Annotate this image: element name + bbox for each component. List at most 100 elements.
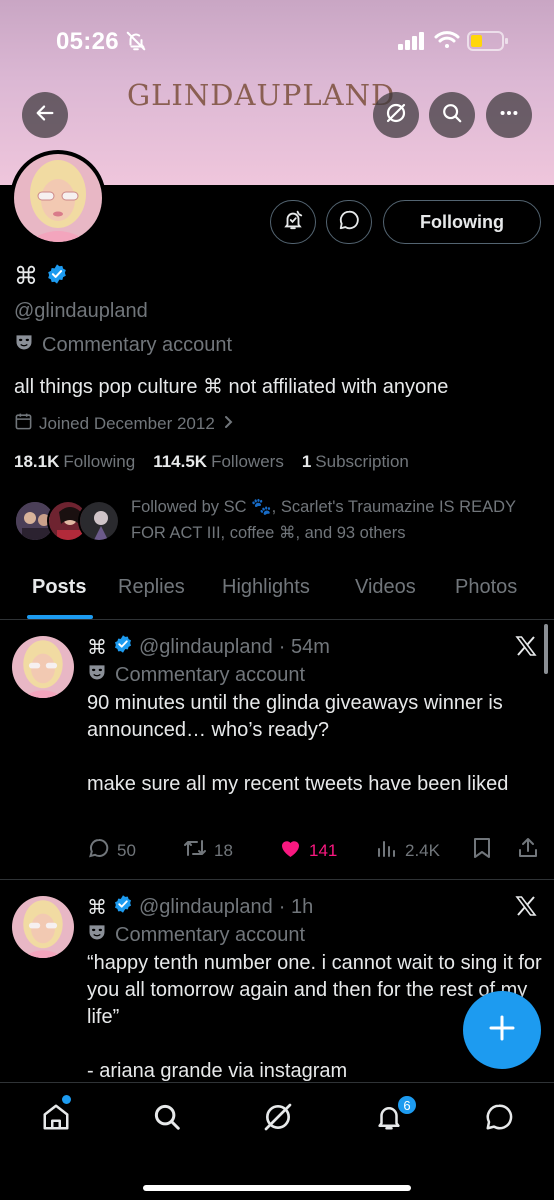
back-arrow-icon <box>34 102 56 129</box>
home-unread-dot <box>62 1095 71 1104</box>
grok-icon <box>262 1101 294 1138</box>
repost-icon <box>182 836 208 865</box>
heart-icon <box>278 836 303 865</box>
post-time: · 1h <box>278 895 314 918</box>
wifi-icon <box>434 30 460 55</box>
joined-text: Joined December 2012 <box>39 414 215 433</box>
profile-display-name: ⌘ <box>14 263 38 290</box>
back-button[interactable] <box>22 92 68 138</box>
subscriptions-stat[interactable]: 1 Subscription <box>302 452 409 472</box>
post-time: · 54m <box>278 635 330 658</box>
signal-icon <box>398 32 426 55</box>
tab-posts[interactable]: Posts <box>32 576 86 599</box>
search-icon <box>152 1102 182 1137</box>
tab-replies[interactable]: Replies <box>118 576 185 599</box>
home-indicator <box>143 1185 411 1191</box>
followers-label: Followers <box>211 452 284 471</box>
compose-button[interactable] <box>463 991 541 1069</box>
messages-icon <box>484 1102 514 1137</box>
followed-by-text: Followed by SC 🐾, Scarlet's Traumazine I… <box>131 498 516 542</box>
profile-avatar[interactable] <box>10 150 106 246</box>
theater-mask-icon <box>14 332 34 358</box>
theater-mask-icon <box>87 662 107 688</box>
following-label: Following <box>63 452 136 471</box>
follower-avatars <box>14 500 124 544</box>
repost-button[interactable]: 18 <box>182 836 233 865</box>
post-avatar[interactable] <box>12 636 74 698</box>
followers-count: 114.5K <box>153 452 208 471</box>
verified-icon <box>113 894 133 920</box>
message-button[interactable] <box>326 200 372 244</box>
nav-search[interactable] <box>145 1099 189 1139</box>
grok-button[interactable] <box>373 92 419 138</box>
post-text: 90 minutes until the glinda giveaways wi… <box>87 692 509 795</box>
views-icon <box>375 836 399 865</box>
grok-icon <box>384 101 408 130</box>
battery-icon <box>467 31 509 56</box>
share-icon <box>517 836 539 865</box>
followers-stat[interactable]: 114.5K Followers <box>153 452 284 472</box>
profile-stats: 18.1K Following 114.5K Followers 1 Subscrip… <box>14 452 409 472</box>
search-icon <box>441 102 463 129</box>
notify-button[interactable] <box>270 200 316 244</box>
more-button[interactable] <box>486 92 532 138</box>
bookmark-button[interactable] <box>471 836 493 865</box>
bookmark-icon <box>471 836 493 865</box>
theater-mask-icon <box>87 922 107 948</box>
bottom-nav <box>0 1082 554 1200</box>
tab-photos[interactable]: Photos <box>455 576 517 599</box>
post-handle[interactable]: @glindaupland <box>139 636 273 659</box>
more-icon <box>498 102 520 129</box>
verified-icon <box>46 263 68 290</box>
share-button[interactable] <box>517 836 539 865</box>
post-handle[interactable]: @glindaupland <box>139 896 273 919</box>
status-bar: 05:26 <box>0 26 554 60</box>
views-button[interactable]: 2.4K <box>375 836 440 865</box>
x-logo-icon <box>513 634 539 663</box>
banner-title: GLINDAUPLAND <box>127 78 396 112</box>
reply-count: 50 <box>117 840 136 860</box>
profile-handle: @glindaupland <box>14 300 148 322</box>
profile-label: Commentary account <box>14 332 232 358</box>
like-button[interactable]: 141 <box>278 836 337 865</box>
subscriptions-count: 1 <box>301 452 312 471</box>
following-stat[interactable]: 18.1K Following <box>14 452 135 472</box>
post-display-name[interactable]: ⌘ <box>87 895 107 920</box>
profile-label-text: Commentary account <box>42 333 233 356</box>
post-header: ⌘ @glindaupland · 1h <box>87 894 313 920</box>
tab-highlights[interactable]: Highlights <box>222 576 310 599</box>
search-button[interactable] <box>429 92 475 138</box>
like-count: 141 <box>309 840 338 860</box>
post-display-name[interactable]: ⌘ <box>87 635 107 660</box>
nav-messages[interactable] <box>477 1099 521 1139</box>
calendar-icon <box>14 412 33 436</box>
nav-home[interactable] <box>34 1099 78 1139</box>
post-label: Commentary account <box>87 662 305 688</box>
notify-bell-icon <box>282 209 304 236</box>
post-label-text: Commentary account <box>115 923 306 946</box>
post[interactable]: ⌘ @glindaupland · 54m Commentary account… <box>0 620 554 880</box>
home-icon <box>41 1102 71 1137</box>
notifications-badge: 6 <box>397 1095 417 1115</box>
following-button[interactable]: Following <box>383 200 541 244</box>
profile-tabs: Posts Replies Highlights Videos Photos <box>0 568 554 620</box>
compose-plus-icon <box>487 1013 517 1048</box>
subscriptions-label: Subscription <box>315 452 409 471</box>
reply-icon <box>87 836 111 865</box>
post-header: ⌘ @glindaupland · 54m <box>87 634 330 660</box>
verified-icon <box>113 634 133 660</box>
profile-bio: all things pop culture ⌘ not affiliated … <box>14 376 449 398</box>
nav-grok[interactable] <box>256 1099 300 1139</box>
followed-by[interactable]: Followed by SC 🐾, Scarlet's Traumazine I… <box>14 494 544 550</box>
follower-avatar <box>78 500 120 542</box>
post-avatar[interactable] <box>12 896 74 958</box>
reply-button[interactable]: 50 <box>87 836 136 865</box>
views-count: 2.4K <box>405 840 440 860</box>
active-tab-indicator <box>27 615 93 619</box>
x-logo-icon <box>513 894 539 923</box>
joined-date[interactable]: Joined December 2012 <box>14 412 235 436</box>
tab-videos[interactable]: Videos <box>355 576 416 599</box>
post-label: Commentary account <box>87 922 305 948</box>
post-actions: 50 18 141 2.4K <box>87 836 542 866</box>
mute-bell-icon <box>125 30 147 57</box>
